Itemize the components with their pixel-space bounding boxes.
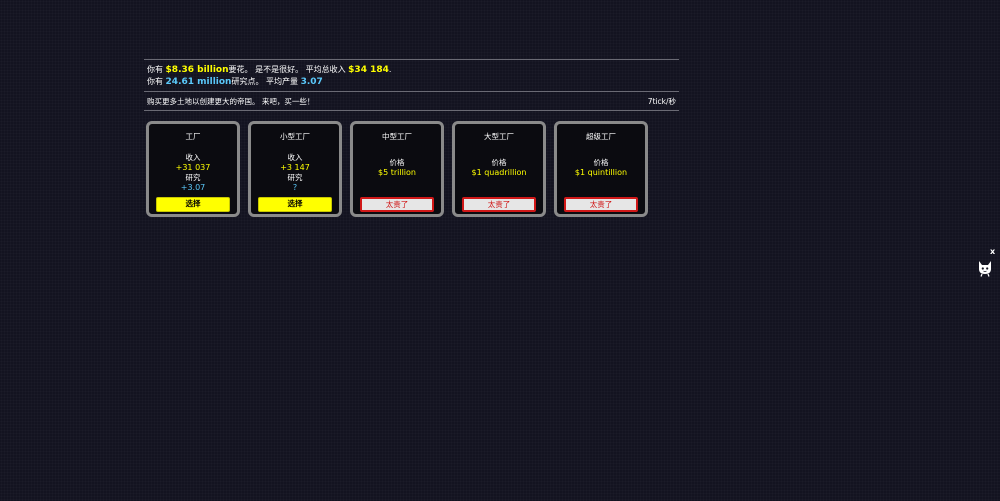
research-value: ?	[292, 183, 298, 192]
income-value: +31 037	[175, 163, 211, 172]
large-factory-card: 大型工厂 价格 $1 quadrillion 太贵了	[452, 121, 546, 217]
factory-name: 小型工厂	[280, 132, 310, 141]
research-label: 研究	[185, 173, 201, 182]
research-line: 你有 24.61 million研究点。 平均产量 3.07	[147, 77, 323, 87]
price-value: $1 quintillion	[574, 168, 628, 177]
github-cat-icon[interactable]	[977, 259, 993, 277]
avg-output-value: 3.07	[300, 77, 323, 87]
close-icon[interactable]: x	[990, 247, 995, 257]
message-bar: 购买更多土地以创建更大的帝国。 来吧，买一些！ 7tick/秒	[144, 92, 679, 110]
research-label: 研究	[287, 173, 303, 182]
price-label: 价格	[389, 158, 405, 167]
research-value: +3.07	[180, 183, 206, 192]
income-value: +3 147	[280, 163, 310, 172]
select-button[interactable]: 选择	[156, 197, 230, 212]
factory-name: 中型工厂	[382, 132, 412, 141]
hint-message: 购买更多土地以创建更大的帝国。 来吧，买一些！	[147, 97, 315, 106]
income-label: 收入	[287, 153, 303, 162]
factory-name: 超级工厂	[586, 132, 616, 141]
money-line: 你有 $8.36 billion要花。 是不是很好。 平均总收入 $34 184…	[147, 65, 392, 75]
divider	[144, 110, 679, 111]
factory-name: 工厂	[185, 132, 201, 141]
price-label: 价格	[593, 158, 609, 167]
factory-cards: 工厂 收入 +31 037 研究 +3.07 选择 小型工厂 收入 +3 147…	[144, 121, 679, 217]
price-value: $5 trillion	[377, 168, 416, 177]
game-panel: 你有 $8.36 billion要花。 是不是很好。 平均总收入 $34 184…	[144, 59, 679, 217]
factory-name: 大型工厂	[484, 132, 514, 141]
factory-card: 工厂 收入 +31 037 研究 +3.07 选择	[146, 121, 240, 217]
price-label: 价格	[491, 158, 507, 167]
price-value: $1 quadrillion	[471, 168, 527, 177]
money-value: $8.36 billion	[165, 65, 229, 75]
stats-panel: 你有 $8.36 billion要花。 是不是很好。 平均总收入 $34 184…	[144, 60, 679, 91]
super-factory-card: 超级工厂 价格 $1 quintillion 太贵了	[554, 121, 648, 217]
too-expensive-button[interactable]: 太贵了	[360, 197, 434, 212]
medium-factory-card: 中型工厂 价格 $5 trillion 太贵了	[350, 121, 444, 217]
too-expensive-button[interactable]: 太贵了	[564, 197, 638, 212]
small-factory-card: 小型工厂 收入 +3 147 研究 ? 选择	[248, 121, 342, 217]
income-label: 收入	[185, 153, 201, 162]
too-expensive-button[interactable]: 太贵了	[462, 197, 536, 212]
tick-speed: 7tick/秒	[647, 97, 676, 106]
research-value: 24.61 million	[165, 77, 232, 87]
avg-income-value: $34 184	[348, 65, 389, 75]
select-button[interactable]: 选择	[258, 197, 332, 212]
